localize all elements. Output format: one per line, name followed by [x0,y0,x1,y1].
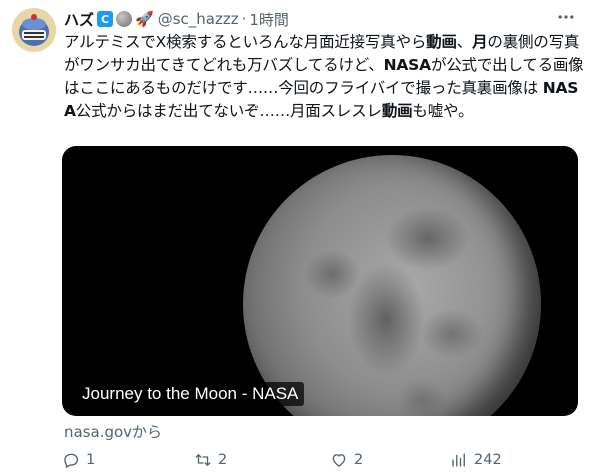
tweet-text-bold: NASA [383,56,432,74]
tweet-text-bold: 動画 [426,33,457,51]
more-options-button[interactable] [555,6,577,28]
reply-button[interactable]: 1 [62,451,95,469]
header-separator: · [241,10,247,28]
rocket-emoji-icon: 🚀 [135,10,154,28]
heart-icon [332,454,346,467]
moon-emoji-icon [116,11,133,27]
tweet-text-part: も嘘や。 [412,102,474,120]
reply-count: 1 [86,452,96,468]
retweet-count: 2 [218,452,228,468]
like-button[interactable]: 2 [330,451,363,469]
tweet-text-part: 公式からはまだ出てないぞ……月面スレスレ [75,102,382,120]
card-source-link[interactable]: nasa.govから [64,421,162,442]
reply-icon [64,453,79,468]
action-bar: 1 2 2 242 [60,448,530,472]
retweet-icon [195,454,211,466]
view-count: 242 [474,452,502,468]
views-icon [452,453,465,467]
tweet-header: ハズ C 🚀 @sc_hazzz · 1時間 [64,8,579,30]
tweet-text-bold: 月 [472,33,488,51]
tweet-timestamp[interactable]: 1時間 [249,9,289,30]
c-badge-icon: C [97,11,114,27]
tweet-text-part: アルテミスでX検索するといろんな月面近接写真やら [64,33,427,51]
views-button[interactable]: 242 [450,451,502,469]
avatar[interactable] [12,8,56,52]
tweet-text: アルテミスでX検索するといろんな月面近接写真やら動画、月の裏側の写真がワンサカ出… [64,31,584,123]
display-name[interactable]: ハズ [64,9,94,30]
avatar-icon [12,8,56,52]
video-card[interactable]: Journey to the Moon - NASA [62,146,578,416]
more-icon [558,15,574,19]
tweet-text-part: 、 [456,33,473,51]
like-count: 2 [354,452,364,468]
tweet-text-bold: 動画 [381,102,413,120]
moon-image [243,155,541,416]
retweet-button[interactable]: 2 [194,451,227,469]
user-handle[interactable]: @sc_hazzz [158,10,239,28]
video-caption: Journey to the Moon - NASA [76,382,305,406]
